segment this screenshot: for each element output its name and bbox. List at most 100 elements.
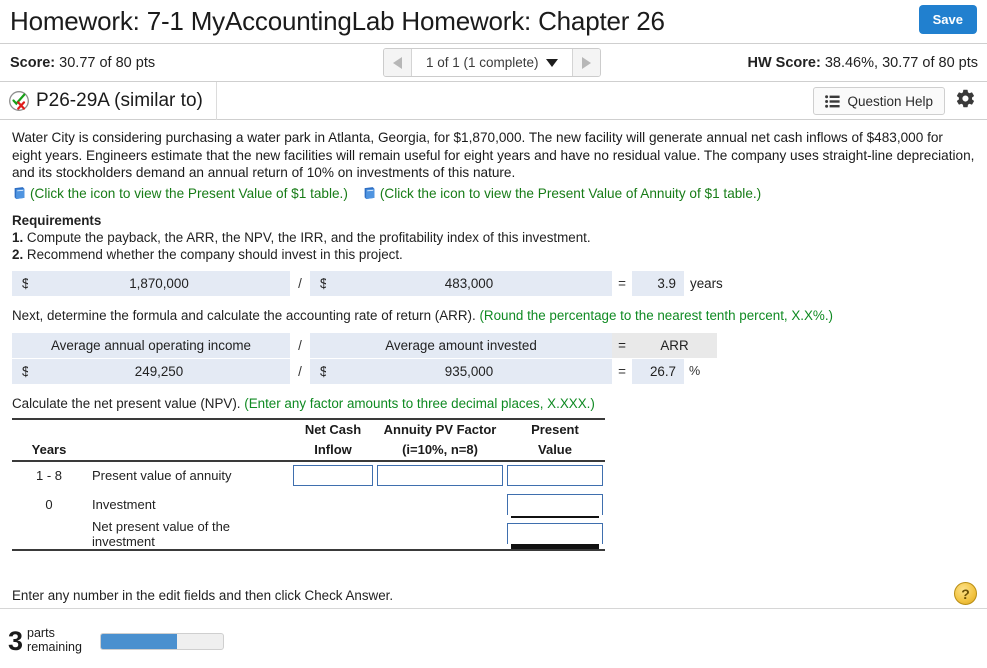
progress-bar-fill — [101, 634, 177, 649]
npv-header-desc — [86, 439, 291, 462]
arr-header-divide: / — [298, 337, 302, 353]
pv-of-1-table-link-label: (Click the icon to view the Present Valu… — [30, 185, 348, 201]
npv-header-factor-line1: Annuity PV Factor — [375, 417, 505, 440]
arr-formula-table: Average annual operating income / Averag… — [12, 332, 975, 384]
npv-header-inflow-line2: Inflow — [291, 439, 375, 462]
npv-header-blank — [12, 417, 86, 440]
npv-header-pv-line2: Value — [505, 439, 605, 462]
homework-page: Homework: 7-1 MyAccountingLab Homework: … — [0, 0, 987, 668]
pv-of-annuity-table-link[interactable]: (Click the icon to view the Present Valu… — [362, 186, 761, 201]
footer-message: Enter any number in the edit fields and … — [12, 588, 394, 603]
arr-denominator-cell: 935,000 — [326, 358, 612, 384]
hw-score-value: 38.46%, 30.77 of 80 pts — [824, 54, 978, 71]
progress-bar — [100, 633, 224, 650]
arr-header-equals: = — [612, 332, 632, 358]
npv-investment-pv-cell — [505, 490, 605, 519]
npv-investment-pv-input[interactable] — [507, 493, 603, 518]
arr-equals-operator: = — [612, 359, 632, 384]
payback-formula-row: $ 1,870,000 / $ 483,000 = 3.9 years — [12, 270, 975, 296]
npv-total-pv-input[interactable] — [507, 523, 603, 549]
arr-numerator-cell: 249,250 — [28, 358, 290, 384]
problem-id: P26-29A (similar to) — [36, 89, 203, 111]
pager-next-button[interactable] — [571, 49, 600, 76]
npv-header-years: Years — [12, 439, 86, 462]
npv-annuity-inflow-input[interactable] — [293, 465, 373, 486]
npv-annuity-factor-input[interactable] — [377, 465, 503, 486]
problem-content: Water City is considering purchasing a w… — [0, 120, 987, 551]
arr-result-value: 26.7 — [649, 363, 676, 379]
pv-of-1-table-link[interactable]: (Click the icon to view the Present Valu… — [12, 186, 348, 201]
arr-header-denominator: Average amount invested — [310, 332, 612, 358]
payback-result-value: 3.9 — [657, 275, 676, 291]
question-help-button[interactable]: Question Help — [813, 87, 945, 115]
question-pager: 1 of 1 (1 complete) — [383, 48, 601, 77]
requirement-item: 2. Recommend whether the company should … — [12, 247, 975, 262]
hw-score-label: HW Score: — [747, 54, 821, 71]
gear-icon — [955, 88, 976, 114]
arr-header-numerator: Average annual operating income — [12, 332, 290, 358]
npv-row-annuity: 1 - 8 Present value of annuity — [12, 461, 605, 490]
title-bar: Homework: 7-1 MyAccountingLab Homework: … — [0, 0, 987, 44]
npv-row-total: Net present value of the investment — [12, 518, 605, 551]
score-bar: Score: 30.77 of 80 pts 1 of 1 (1 complet… — [0, 44, 987, 82]
arr-numerator-currency: $ — [12, 358, 29, 384]
pv-of-annuity-table-link-label: (Click the icon to view the Present Valu… — [379, 185, 762, 201]
list-icon — [825, 94, 841, 108]
arr-equals-sign: = — [618, 363, 626, 379]
score-label: Score: — [10, 54, 56, 71]
arr-result-unit: % — [689, 364, 701, 378]
question-help-label: Question Help — [847, 93, 933, 109]
arr-intro-text: Next, determine the formula and calculat… — [12, 307, 476, 323]
payback-denominator-value: 483,000 — [444, 275, 494, 291]
npv-hint: (Enter any factor amounts to three decim… — [244, 395, 595, 411]
hw-score-display: HW Score: 38.46%, 30.77 of 80 pts — [747, 55, 978, 71]
requirement-item: 1. Compute the payback, the ARR, the NPV… — [12, 230, 975, 245]
npv-annuity-inflow-cell — [291, 461, 375, 490]
npv-row-years: 0 — [45, 496, 53, 512]
problem-statement: Water City is considering purchasing a w… — [12, 130, 975, 180]
npv-header-desc-blank — [86, 417, 291, 440]
save-button[interactable]: Save — [918, 5, 977, 34]
payback-result-cell: 3.9 — [632, 270, 684, 296]
settings-button[interactable] — [952, 88, 978, 114]
parts-remaining-count: 3 — [8, 625, 24, 656]
payback-divide-operator: / — [298, 275, 302, 291]
pager-dropdown[interactable]: 1 of 1 (1 complete) — [412, 49, 572, 76]
check-x-circle-icon — [8, 90, 30, 112]
arr-intro: Next, determine the formula and calculat… — [12, 308, 975, 323]
npv-row-years: 1 - 8 — [35, 468, 62, 483]
bottom-bar: 3 parts remaining Clear All Check Answer — [0, 613, 987, 668]
footer-message-bar: Enter any number in the edit fields and … — [0, 583, 987, 609]
npv-annuity-pv-input[interactable] — [507, 465, 603, 486]
payback-numerator-value: 1,870,000 — [129, 275, 189, 291]
npv-header-factor-line2: (i=10%, n=8) — [375, 439, 505, 462]
npv-row-description: Net present value of the investment — [86, 518, 291, 551]
pager-label: 1 of 1 (1 complete) — [426, 55, 539, 70]
book-icon — [362, 186, 377, 201]
arr-numerator-value: 249,250 — [134, 363, 184, 379]
table-links: (Click the icon to view the Present Valu… — [12, 186, 975, 201]
parts-label-line2: remaining — [27, 639, 82, 654]
chevron-right-icon — [581, 56, 591, 69]
npv-total-pv-cell — [505, 518, 605, 551]
requirement-number: 2. — [12, 246, 24, 262]
book-icon — [12, 186, 27, 201]
requirements-title: Requirements — [12, 212, 102, 228]
pager-prev-button[interactable] — [384, 49, 412, 76]
arr-value-row: $ 249,250 / $ 935,000 = 26.7 % — [12, 358, 975, 384]
page-title: Homework: 7-1 MyAccountingLab Homework: … — [10, 6, 665, 36]
npv-row-description: Investment — [92, 496, 156, 512]
payback-denominator-currency: $ — [310, 270, 327, 296]
arr-header-row: Average annual operating income / Averag… — [12, 332, 975, 358]
payback-numerator-currency: $ — [12, 270, 29, 296]
npv-header-row-top: Net Cash Annuity PV Factor Present — [12, 417, 605, 440]
arr-header-result: ARR — [632, 332, 717, 358]
npv-investment-factor-cell — [375, 490, 505, 519]
help-icon-label: ? — [961, 585, 970, 602]
npv-intro-text: Calculate the net present value (NPV). — [12, 395, 241, 411]
requirement-text: Recommend whether the company should inv… — [26, 246, 403, 262]
npv-total-factor-cell — [375, 518, 505, 551]
requirement-text: Compute the payback, the ARR, the NPV, t… — [26, 229, 591, 245]
npv-annuity-pv-cell — [505, 461, 605, 490]
help-icon[interactable]: ? — [954, 582, 977, 605]
